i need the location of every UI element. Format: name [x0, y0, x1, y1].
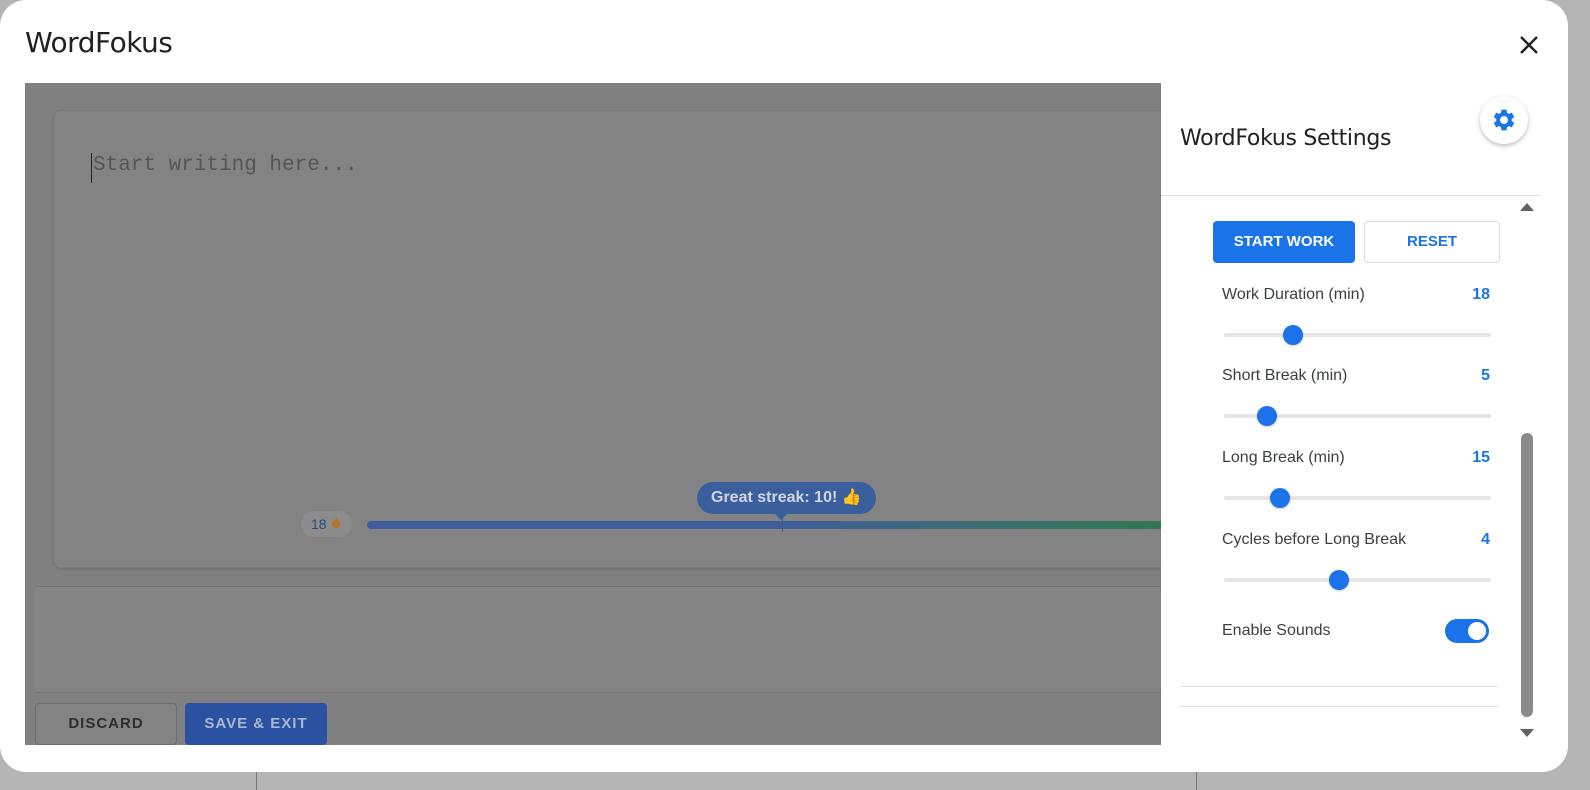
scroll-down-arrow-icon[interactable]: [1520, 729, 1534, 737]
editor-textarea[interactable]: Start writing here...: [91, 153, 1093, 183]
progress-marker: [782, 518, 783, 532]
short-break-value: 5: [1481, 367, 1490, 384]
work-duration-slider[interactable]: [1224, 325, 1491, 345]
streak-count-badge: 18: [301, 511, 352, 537]
editor-area: Start writing here... 18 Great streak: 1…: [25, 83, 1161, 745]
toggle-knob: [1468, 622, 1486, 640]
gear-icon: [1493, 109, 1515, 131]
slider-thumb[interactable]: [1328, 570, 1349, 590]
flame-icon: [330, 511, 342, 537]
enable-sounds-toggle[interactable]: [1445, 619, 1489, 643]
long-break-label: Long Break (min): [1222, 449, 1345, 466]
close-icon[interactable]: [1514, 30, 1544, 60]
slider-thumb[interactable]: [1283, 325, 1304, 345]
background-divider: [1196, 770, 1197, 790]
cycles-label: Cycles before Long Break: [1222, 531, 1407, 548]
discard-button[interactable]: DISCARD: [35, 703, 177, 745]
editor-footer: [35, 586, 1161, 693]
background-divider: [256, 770, 257, 790]
slider-thumb[interactable]: [1270, 488, 1291, 508]
settings-divider: [1180, 706, 1498, 707]
slider-thumb[interactable]: [1256, 406, 1277, 426]
dialog-title: WordFokus: [25, 26, 173, 59]
streak-progress-bar: [367, 521, 1161, 529]
short-break-slider[interactable]: [1224, 406, 1491, 426]
save-exit-button[interactable]: SAVE & EXIT: [185, 703, 327, 745]
cycles-slider[interactable]: [1224, 570, 1491, 590]
reset-button[interactable]: RESET: [1364, 221, 1500, 263]
streak-count: 18: [311, 516, 327, 532]
long-break-value: 15: [1472, 449, 1490, 466]
wordfokus-dialog: WordFokus Start writing here... 18 Great…: [0, 0, 1568, 772]
settings-divider: [1161, 195, 1540, 196]
enable-sounds-label: Enable Sounds: [1222, 622, 1331, 639]
short-break-label: Short Break (min): [1222, 367, 1348, 384]
settings-panel: WordFokus Settings START WORK RESET Work…: [1161, 83, 1540, 745]
settings-title: WordFokus Settings: [1180, 126, 1392, 151]
streak-tooltip: Great streak: 10! 👍: [697, 482, 876, 520]
settings-toggle-button[interactable]: [1480, 96, 1528, 144]
work-duration-value: 18: [1472, 286, 1490, 303]
long-break-slider[interactable]: [1224, 488, 1491, 508]
scrollbar-thumb[interactable]: [1521, 433, 1533, 717]
scroll-up-arrow-icon[interactable]: [1520, 203, 1534, 211]
settings-divider: [1180, 686, 1498, 687]
cycles-value: 4: [1481, 531, 1490, 548]
work-duration-label: Work Duration (min): [1222, 286, 1365, 303]
start-work-button[interactable]: START WORK: [1213, 221, 1355, 263]
